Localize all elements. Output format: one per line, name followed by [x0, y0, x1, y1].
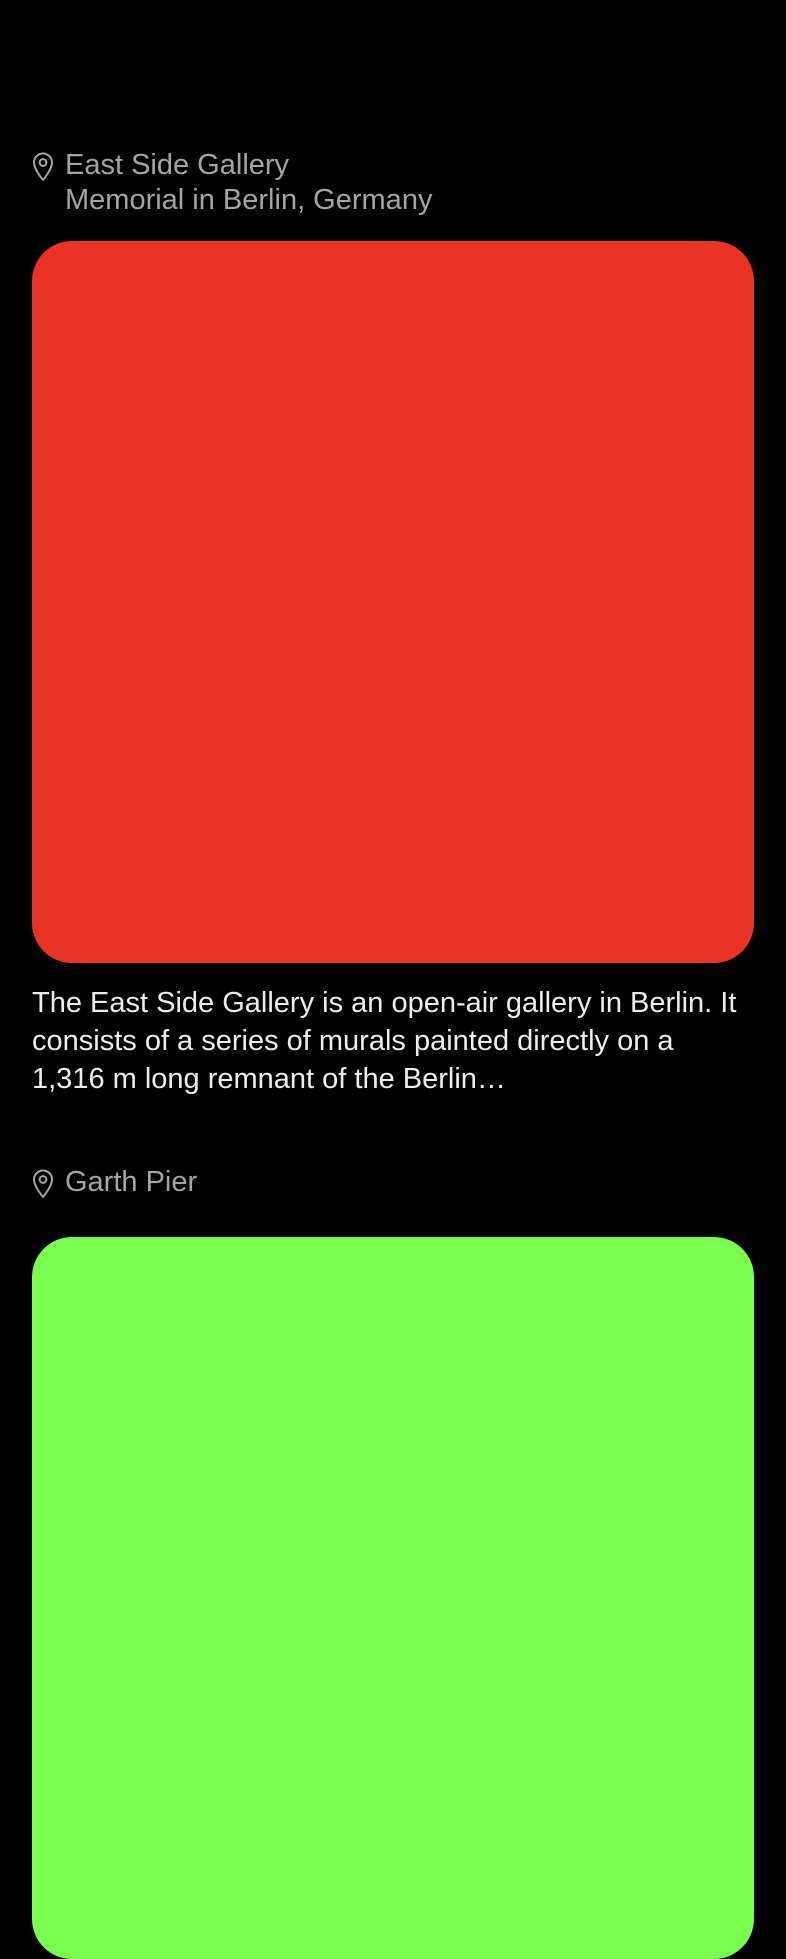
place-image[interactable]	[32, 1237, 754, 1959]
place-image[interactable]	[32, 241, 754, 963]
place-subtitle: Memorial in Berlin, Germany	[65, 184, 433, 216]
card-header: Garth Pier	[32, 1165, 754, 1200]
map-pin-icon	[33, 152, 53, 181]
place-title: East Side Gallery	[65, 149, 290, 181]
place-title: Garth Pier	[65, 1166, 198, 1198]
landmark-card[interactable]: East Side Gallery Memorial in Berlin, Ge…	[32, 148, 754, 1098]
landmark-feed: East Side Gallery Memorial in Berlin, Ge…	[0, 0, 786, 1959]
card-header: East Side Gallery Memorial in Berlin, Ge…	[32, 148, 754, 218]
place-description: The East Side Gallery is an open-air gal…	[32, 987, 737, 1095]
landmark-card[interactable]: Garth Pier	[32, 1165, 754, 1959]
map-pin-icon	[33, 1169, 53, 1198]
